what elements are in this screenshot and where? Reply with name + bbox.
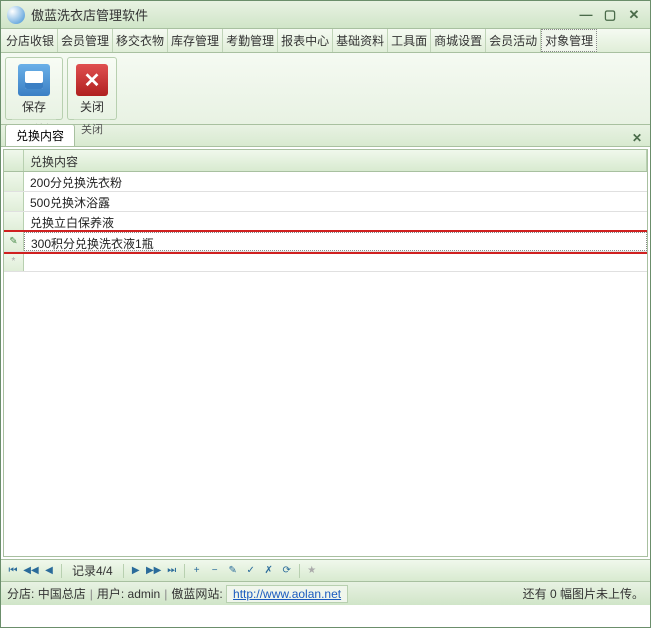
save-button[interactable]: 保存 bbox=[16, 62, 52, 117]
nav-record-label: 记录4/4 bbox=[72, 562, 113, 579]
app-logo-icon bbox=[7, 6, 25, 24]
nav-delete-button[interactable]: − bbox=[207, 563, 223, 579]
nav-confirm-button[interactable]: ✓ bbox=[243, 563, 259, 579]
menu-item-1[interactable]: 会员管理 bbox=[58, 29, 113, 52]
cell-content[interactable]: 300积分兑换洗衣液1瓶 bbox=[24, 232, 647, 251]
window-title: 傲蓝洗衣店管理软件 bbox=[31, 5, 572, 24]
menu-item-4[interactable]: 考勤管理 bbox=[223, 29, 278, 52]
toolbar: 保存 记录编辑 ✕ 关闭 关闭 bbox=[1, 53, 650, 125]
menu-item-6[interactable]: 基础资料 bbox=[333, 29, 388, 52]
menu-item-7[interactable]: 工具面 bbox=[388, 29, 431, 52]
menu-item-5[interactable]: 报表中心 bbox=[278, 29, 333, 52]
status-user-value: admin bbox=[128, 587, 161, 601]
record-navigator: ⏮ ◀◀ ◀ 记录4/4 ▶ ▶▶ ⏭ + − ✎ ✓ ✗ ⟳ ★ bbox=[1, 559, 650, 581]
row-indicator-icon bbox=[4, 172, 24, 191]
row-new-icon: * bbox=[4, 252, 24, 271]
row-indicator-icon: ✎ bbox=[4, 232, 24, 251]
status-shop-value: 中国总店 bbox=[38, 585, 86, 602]
toolgroup-close-label: 关闭 bbox=[74, 119, 110, 137]
menu-item-10[interactable]: 对象管理 bbox=[541, 29, 597, 52]
nav-prev-button[interactable]: ◀ bbox=[41, 563, 57, 579]
status-site-label: 傲蓝网站: bbox=[171, 585, 222, 602]
status-upload-msg: 还有 0 幅图片未上传。 bbox=[523, 585, 644, 602]
save-label: 保存 bbox=[22, 98, 46, 115]
table-row[interactable]: 兑换立白保养液 bbox=[4, 212, 647, 232]
column-header-content[interactable]: 兑换内容 bbox=[24, 150, 647, 171]
maximize-button[interactable]: ▢ bbox=[600, 6, 620, 24]
nav-nextpage-button[interactable]: ▶▶ bbox=[146, 563, 162, 579]
table-row[interactable]: 200分兑换洗衣粉 bbox=[4, 172, 647, 192]
cell-content[interactable]: 500兑换沐浴露 bbox=[24, 192, 647, 211]
menu-item-3[interactable]: 库存管理 bbox=[168, 29, 223, 52]
toolgroup-edit: 保存 记录编辑 bbox=[5, 57, 63, 120]
menu-item-0[interactable]: 分店收银 bbox=[3, 29, 58, 52]
grid-header: 兑换内容 bbox=[4, 150, 647, 172]
cell-content[interactable] bbox=[24, 252, 647, 271]
nav-cancel-button[interactable]: ✗ bbox=[261, 563, 277, 579]
grid: 兑换内容 200分兑换洗衣粉500兑换沐浴露兑换立白保养液✎300积分兑换洗衣液… bbox=[3, 149, 648, 557]
status-shop-label: 分店: bbox=[7, 585, 34, 602]
menu-item-2[interactable]: 移交衣物 bbox=[113, 29, 168, 52]
close-window-button[interactable]: ✕ bbox=[624, 6, 644, 24]
minimize-button[interactable]: — bbox=[576, 6, 596, 24]
nav-refresh-button[interactable]: ⟳ bbox=[279, 563, 295, 579]
status-sep2: | bbox=[164, 587, 167, 601]
close-button[interactable]: ✕ 关闭 bbox=[74, 62, 110, 117]
nav-add-button[interactable]: + bbox=[189, 563, 205, 579]
table-row-new[interactable]: * bbox=[4, 252, 647, 272]
nav-first-button[interactable]: ⏮ bbox=[5, 563, 21, 579]
tab-close-button[interactable]: ✕ bbox=[628, 130, 646, 146]
tab-exchange-content[interactable]: 兑换内容 bbox=[5, 124, 75, 146]
status-user-label: 用户: bbox=[97, 585, 124, 602]
save-icon bbox=[18, 64, 50, 96]
close-icon: ✕ bbox=[76, 64, 108, 96]
table-row[interactable]: 500兑换沐浴露 bbox=[4, 192, 647, 212]
nav-edit-button[interactable]: ✎ bbox=[225, 563, 241, 579]
row-indicator-icon bbox=[4, 212, 24, 231]
cell-content[interactable]: 兑换立白保养液 bbox=[24, 212, 647, 231]
status-site-box: http://www.aolan.net bbox=[226, 585, 348, 603]
nav-next-button[interactable]: ▶ bbox=[128, 563, 144, 579]
menu-item-8[interactable]: 商城设置 bbox=[431, 29, 486, 52]
nav-bookmark-button[interactable]: ★ bbox=[304, 563, 320, 579]
statusbar: 分店: 中国总店 | 用户: admin | 傲蓝网站: http://www.… bbox=[1, 581, 650, 605]
close-label: 关闭 bbox=[80, 98, 104, 115]
status-site-link[interactable]: http://www.aolan.net bbox=[233, 587, 341, 601]
nav-last-button[interactable]: ⏭ bbox=[164, 563, 180, 579]
titlebar: 傲蓝洗衣店管理软件 — ▢ ✕ bbox=[1, 1, 650, 29]
grid-corner bbox=[4, 150, 24, 171]
table-row[interactable]: ✎300积分兑换洗衣液1瓶 bbox=[4, 232, 647, 252]
menubar: 分店收银会员管理移交衣物库存管理考勤管理报表中心基础资料工具面商城设置会员活动对… bbox=[1, 29, 650, 53]
nav-prevpage-button[interactable]: ◀◀ bbox=[23, 563, 39, 579]
row-indicator-icon bbox=[4, 192, 24, 211]
status-sep: | bbox=[90, 587, 93, 601]
menu-item-9[interactable]: 会员活动 bbox=[486, 29, 541, 52]
toolgroup-close: ✕ 关闭 关闭 bbox=[67, 57, 117, 120]
grid-body[interactable]: 200分兑换洗衣粉500兑换沐浴露兑换立白保养液✎300积分兑换洗衣液1瓶* bbox=[4, 172, 647, 556]
cell-content[interactable]: 200分兑换洗衣粉 bbox=[24, 172, 647, 191]
